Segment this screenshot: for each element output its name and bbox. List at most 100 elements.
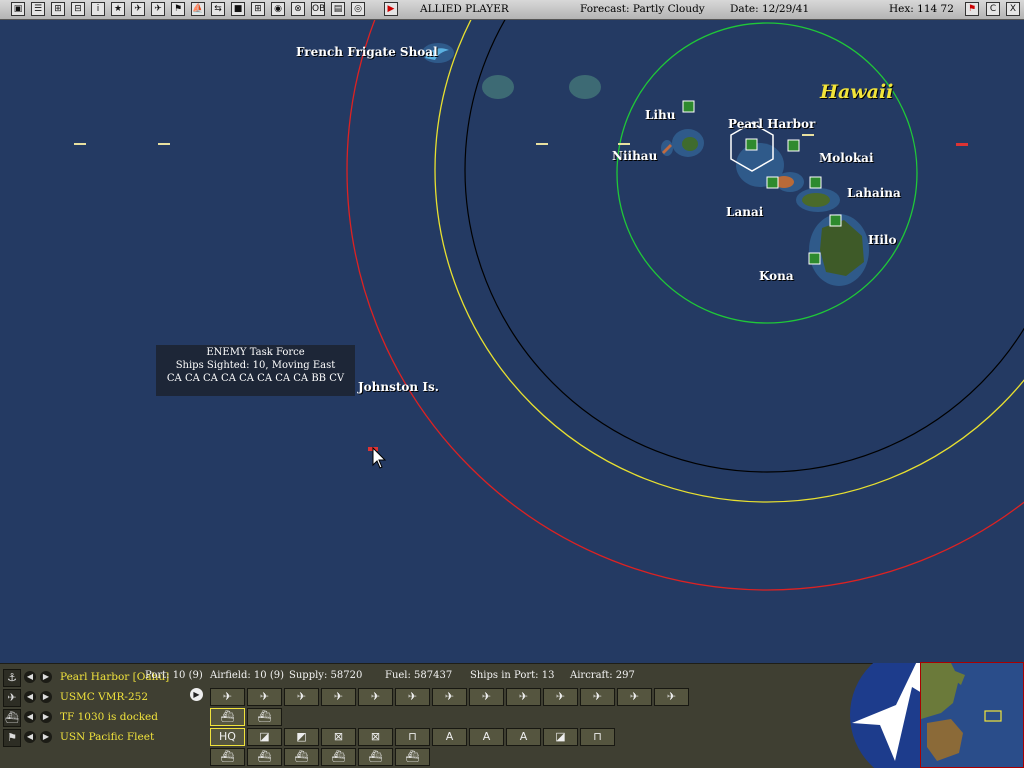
unit-button-1[interactable]: ⛴ — [210, 748, 245, 766]
toolbar-button-13[interactable]: ⊞ — [251, 2, 265, 16]
command-button-10[interactable]: ◪ — [543, 728, 578, 746]
toolbar-button-1[interactable]: ▣ — [11, 2, 25, 16]
label-french-frigate-shoal[interactable]: French Frigate Shoal — [296, 45, 438, 59]
aircraft-button-13[interactable]: ✈ — [654, 688, 689, 706]
toolbar-button-5[interactable]: i — [91, 2, 105, 16]
air-unit-name[interactable]: USMC VMR-252 — [60, 691, 148, 703]
anchor-icon[interactable]: ⚓ — [3, 669, 21, 687]
unit-button-6[interactable]: ⛴ — [395, 748, 430, 766]
next-arrow-icon[interactable]: ▶ — [40, 731, 52, 743]
toolbar-button-4[interactable]: ⊟ — [71, 2, 85, 16]
next-arrow-icon[interactable]: ▶ — [40, 711, 52, 723]
ship-icon — [618, 143, 630, 145]
next-arrow-icon[interactable]: ▶ — [40, 671, 52, 683]
port-stat: Port: 10 (9) — [145, 670, 203, 681]
play-icon[interactable]: ▶ — [190, 688, 203, 701]
command-button-9[interactable]: A — [506, 728, 541, 746]
aircraft-button-12[interactable]: ✈ — [617, 688, 652, 706]
flag-icon[interactable]: ⚑ — [965, 2, 979, 16]
toolbar-button-11[interactable]: ⇆ — [211, 2, 225, 16]
aircraft-button-10[interactable]: ✈ — [543, 688, 578, 706]
toolbar-button-10[interactable]: ⛵ — [191, 2, 205, 16]
toolbar-button-17[interactable]: ▤ — [331, 2, 345, 16]
toolbar-button-12[interactable]: ■ — [231, 2, 245, 16]
label-molokai[interactable]: Molokai — [819, 151, 874, 165]
map-graphics — [0, 20, 1024, 663]
ship-button-1[interactable]: ⛴ — [210, 708, 245, 726]
toolbar-button-14[interactable]: ◉ — [271, 2, 285, 16]
command-button-8[interactable]: A — [469, 728, 504, 746]
toolbar-button-18[interactable]: ◎ — [351, 2, 365, 16]
unit-button-2[interactable]: ⛴ — [247, 748, 282, 766]
aircraft-button-1[interactable]: ✈ — [210, 688, 245, 706]
aircraft-button-7[interactable]: ✈ — [432, 688, 467, 706]
ship-icon — [158, 143, 170, 145]
hq-name[interactable]: USN Pacific Fleet — [60, 731, 154, 743]
aircraft-button-5[interactable]: ✈ — [358, 688, 393, 706]
toolbar-button-3[interactable]: ⊞ — [51, 2, 65, 16]
label-pearl-harbor[interactable]: Pearl Harbor — [728, 117, 815, 131]
prev-arrow-icon[interactable]: ◀ — [24, 691, 36, 703]
task-force-row[interactable]: ⛴ ◀ ▶ TF 1030 is docked — [0, 708, 205, 728]
ship-button-2[interactable]: ⛴ — [247, 708, 282, 726]
unit-button-4[interactable]: ⛴ — [321, 748, 356, 766]
aircraft-button-6[interactable]: ✈ — [395, 688, 430, 706]
command-button-5[interactable]: ⊠ — [358, 728, 393, 746]
command-button-1[interactable]: HQ — [210, 728, 245, 746]
command-button-2[interactable]: ◪ — [247, 728, 282, 746]
tooltip-types: CA CA CA CA CA CA CA CA BB CV — [166, 373, 345, 384]
toolbar-button-7[interactable]: ✈ — [131, 2, 145, 16]
label-kona[interactable]: Kona — [759, 269, 794, 283]
aircraft-button-3[interactable]: ✈ — [284, 688, 319, 706]
air-unit-row[interactable]: ✈ ◀ ▶ USMC VMR-252 — [0, 688, 205, 708]
minimap[interactable] — [920, 662, 1024, 768]
toolbar-button-16[interactable]: OB — [311, 2, 325, 16]
base-marker — [829, 214, 842, 227]
label-hilo[interactable]: Hilo — [868, 233, 896, 247]
command-button-3[interactable]: ◩ — [284, 728, 319, 746]
ship-icon[interactable]: ⛴ — [3, 709, 21, 727]
base-marker — [787, 139, 800, 152]
prev-arrow-icon[interactable]: ◀ — [24, 731, 36, 743]
unit-button-5[interactable]: ⛴ — [358, 748, 393, 766]
command-button-4[interactable]: ⊠ — [321, 728, 356, 746]
base-marker — [808, 252, 821, 265]
aircraft-button-2[interactable]: ✈ — [247, 688, 282, 706]
map-view[interactable]: French Frigate Shoal Hawaii Lihu Niihau … — [0, 20, 1024, 663]
label-lihu[interactable]: Lihu — [645, 108, 675, 122]
flag-icon[interactable]: ⚑ — [3, 729, 21, 747]
plane-icon[interactable]: ✈ — [3, 689, 21, 707]
command-button-6[interactable]: ⊓ — [395, 728, 430, 746]
base-marker — [682, 100, 695, 113]
prev-arrow-icon[interactable]: ◀ — [24, 671, 36, 683]
toolbar-button-8[interactable]: ✈ — [151, 2, 165, 16]
island-kauai — [682, 137, 698, 151]
c-button[interactable]: C — [986, 2, 1000, 16]
aircraft-button-11[interactable]: ✈ — [580, 688, 615, 706]
play-turn-button[interactable]: ▶ — [384, 2, 398, 16]
next-arrow-icon[interactable]: ▶ — [40, 691, 52, 703]
aircraft-button-9[interactable]: ✈ — [506, 688, 541, 706]
enemy-ship-icon — [956, 143, 968, 146]
toolbar-button-9[interactable]: ⚑ — [171, 2, 185, 16]
task-force-name[interactable]: TF 1030 is docked — [60, 711, 158, 723]
label-lahaina[interactable]: Lahaina — [847, 186, 901, 200]
aircraft-button-8[interactable]: ✈ — [469, 688, 504, 706]
label-lanai[interactable]: Lanai — [726, 205, 763, 219]
top-toolbar: ▣ ☰ ⊞ ⊟ i ★ ✈ ✈ ⚑ ⛵ ⇆ ■ ⊞ ◉ ⊗ OB ▤ ◎ ▶ ALLIED PLAYER Fore… — [0, 0, 1024, 20]
toolbar-button-2[interactable]: ☰ — [31, 2, 45, 16]
hq-row[interactable]: ⚑ ◀ ▶ USN Pacific Fleet — [0, 728, 205, 748]
label-niihau[interactable]: Niihau — [612, 149, 657, 163]
command-button-11[interactable]: ⊓ — [580, 728, 615, 746]
base-marker — [809, 176, 822, 189]
toolbar-button-15[interactable]: ⊗ — [291, 2, 305, 16]
prev-arrow-icon[interactable]: ◀ — [24, 711, 36, 723]
close-button[interactable]: X — [1006, 2, 1020, 16]
command-button-7[interactable]: A — [432, 728, 467, 746]
aircraft-button-4[interactable]: ✈ — [321, 688, 356, 706]
reef — [482, 75, 514, 99]
ships-in-port-stat: Ships in Port: 13 — [470, 670, 555, 681]
label-johnston[interactable]: Johnston Is. — [358, 380, 439, 394]
toolbar-button-6[interactable]: ★ — [111, 2, 125, 16]
unit-button-3[interactable]: ⛴ — [284, 748, 319, 766]
